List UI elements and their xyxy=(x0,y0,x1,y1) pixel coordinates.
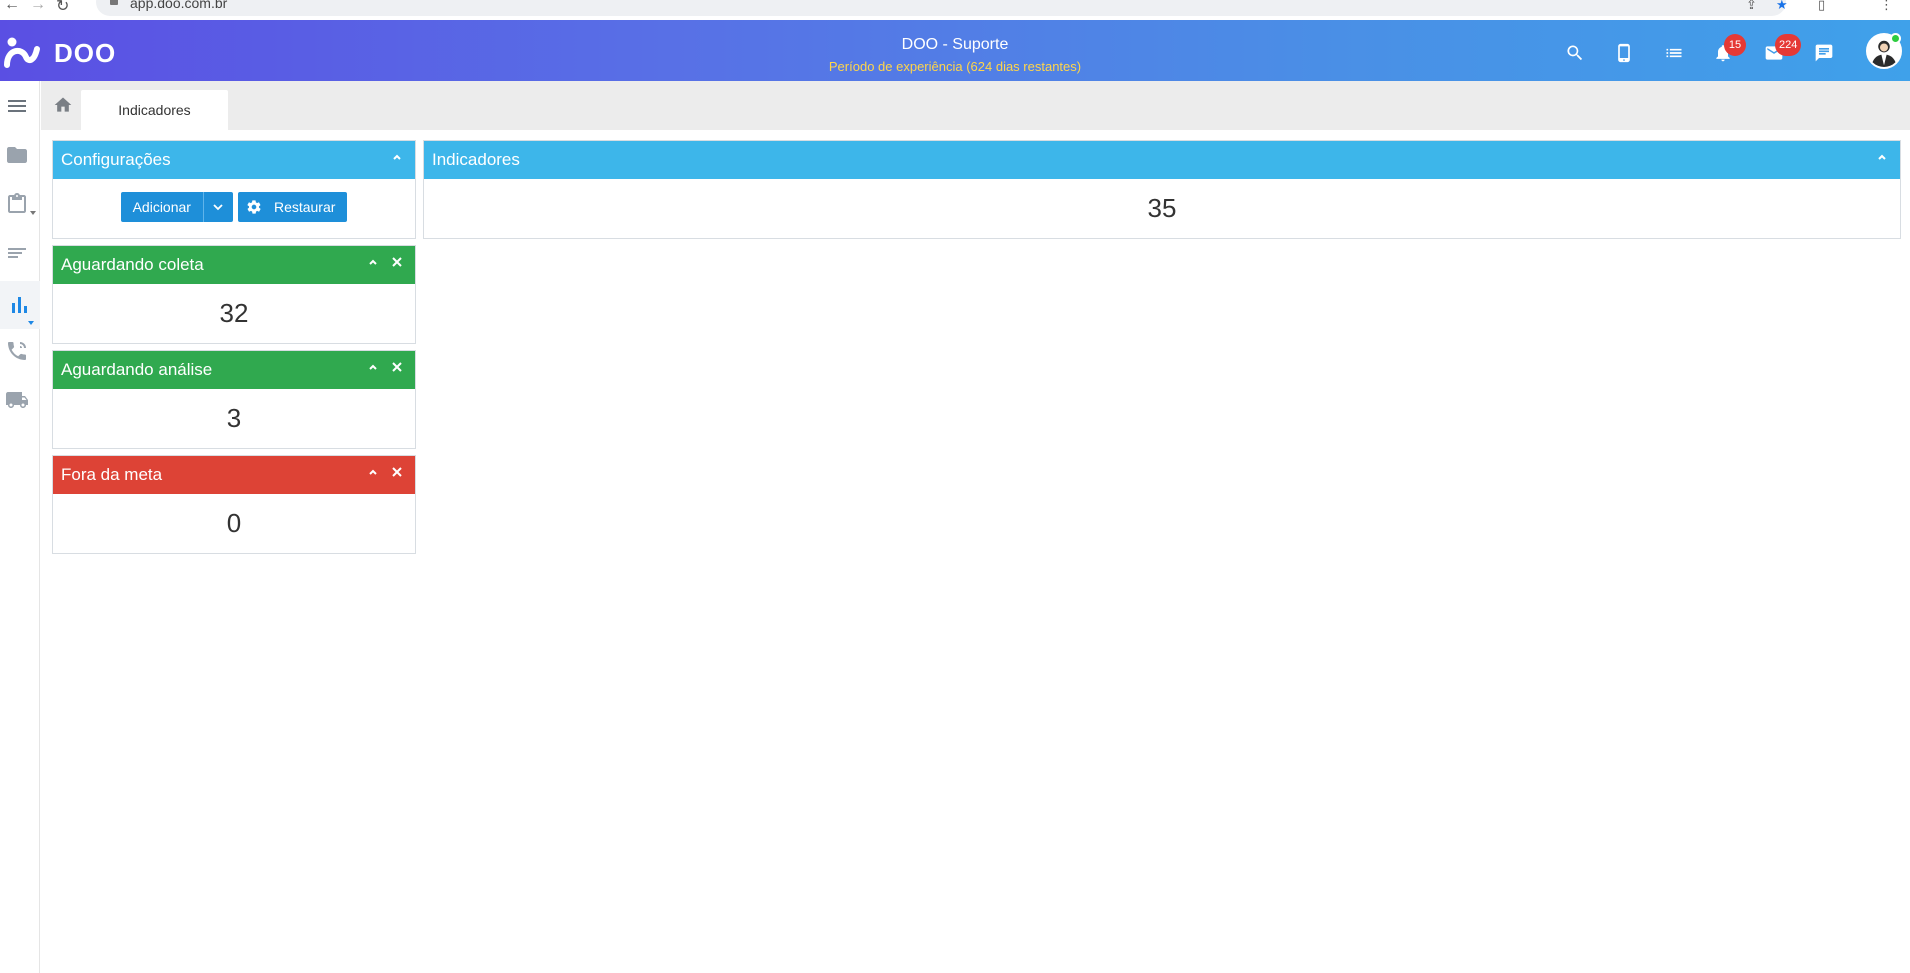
close-icon xyxy=(392,362,402,372)
messages-button[interactable]: 224 xyxy=(1763,34,1802,64)
address-text[interactable]: app.doo.com.br xyxy=(130,0,227,11)
phone-icon xyxy=(8,342,26,360)
aguardando-analise-header: Aguardando análise xyxy=(53,351,415,389)
back-icon[interactable]: ← xyxy=(4,0,20,14)
reload-icon[interactable]: ↻ xyxy=(56,0,69,16)
sidebar xyxy=(0,81,40,973)
add-button-label: Adicionar xyxy=(132,199,191,215)
indicadores-panel-title: Indicadores xyxy=(432,150,520,169)
tab-indicadores[interactable]: Indicadores xyxy=(81,90,228,130)
gear-icon xyxy=(247,200,261,214)
collapse-button[interactable] xyxy=(367,256,379,268)
chevron-up-icon xyxy=(393,154,401,160)
aguardando-analise-panel: Aguardando análise 3 xyxy=(52,350,416,449)
indicadores-value: 35 xyxy=(1147,193,1177,223)
aguardando-coleta-title: Aguardando coleta xyxy=(61,255,204,274)
restore-button-label: Restaurar xyxy=(273,199,336,215)
lines-icon xyxy=(8,248,26,258)
clipboard-icon xyxy=(8,193,26,213)
folder-icon xyxy=(7,147,27,163)
search-button[interactable] xyxy=(1564,42,1586,64)
address-bar[interactable] xyxy=(96,0,1786,16)
truck-icon xyxy=(6,392,28,408)
home-icon xyxy=(54,97,72,112)
chevron-up-icon xyxy=(1878,154,1886,160)
close-button[interactable] xyxy=(391,256,403,268)
sidebar-item-delivery[interactable] xyxy=(2,385,32,415)
indicadores-panel-header: Indicadores xyxy=(424,141,1900,179)
home-button[interactable] xyxy=(47,89,79,121)
logo-text: DOO xyxy=(54,38,117,68)
collapse-button[interactable] xyxy=(367,361,379,373)
sidebar-item-folders[interactable] xyxy=(2,140,32,170)
aguardando-coleta-panel: Aguardando coleta 32 xyxy=(52,245,416,344)
sidebar-item-indicators[interactable] xyxy=(0,281,40,329)
browser-toolbar: ← → ↻ app.doo.com.br ⇪ ★ ▯ ⋮ xyxy=(0,0,1910,20)
aguardando-analise-value: 3 xyxy=(226,403,242,433)
config-panel-title: Configurações xyxy=(61,150,171,169)
mobile-icon xyxy=(1618,43,1630,63)
logo[interactable]: DOO xyxy=(4,34,116,69)
chevron-up-icon xyxy=(369,259,377,265)
aguardando-coleta-value: 32 xyxy=(219,298,249,328)
app-header: DOO DOO - Suporte Período de experiência… xyxy=(0,20,1910,81)
mobile-button[interactable] xyxy=(1613,42,1635,64)
config-panel-header: Configurações xyxy=(53,141,415,179)
extensions-icon[interactable]: ▯ xyxy=(1818,0,1825,13)
forward-icon[interactable]: → xyxy=(30,0,46,14)
sidebar-item-clipboard[interactable] xyxy=(2,189,36,219)
fora-da-meta-title: Fora da meta xyxy=(61,465,163,484)
chevron-down-icon xyxy=(213,204,224,211)
search-icon xyxy=(1567,45,1583,61)
fora-da-meta-panel: Fora da meta 0 xyxy=(52,455,416,554)
bookmark-star-icon[interactable]: ★ xyxy=(1776,0,1788,13)
sidebar-item-menu[interactable] xyxy=(2,91,32,121)
chat-icon xyxy=(1815,44,1833,62)
share-icon[interactable]: ⇪ xyxy=(1746,0,1757,13)
fora-da-meta-header: Fora da meta xyxy=(53,456,415,494)
restore-button[interactable]: Restaurar xyxy=(237,192,348,222)
config-panel: Configurações Adicionar Restaurar xyxy=(52,140,416,239)
aguardando-coleta-header: Aguardando coleta xyxy=(53,246,415,284)
close-icon xyxy=(392,257,402,267)
tab-bar: Indicadores xyxy=(41,81,1910,130)
bar-chart-icon xyxy=(12,297,27,313)
add-button[interactable]: Adicionar xyxy=(120,192,233,222)
list-icon xyxy=(1666,48,1682,58)
messages-badge: 224 xyxy=(1775,34,1802,56)
collapse-button[interactable] xyxy=(367,466,379,478)
sidebar-item-texts[interactable] xyxy=(2,238,32,268)
chevron-up-icon xyxy=(369,469,377,475)
collapse-button[interactable] xyxy=(1876,151,1888,163)
chevron-down-icon xyxy=(30,211,36,215)
indicadores-panel: Indicadores 35 xyxy=(423,140,1901,239)
close-button[interactable] xyxy=(391,361,403,373)
doo-logo-icon xyxy=(4,37,40,68)
chevron-down-icon xyxy=(28,321,34,325)
notifications-button[interactable]: 15 xyxy=(1712,34,1746,64)
add-dropdown-toggle[interactable] xyxy=(202,192,233,222)
browser-menu-icon[interactable]: ⋮ xyxy=(1880,0,1893,13)
notifications-badge: 15 xyxy=(1724,34,1746,56)
chat-button[interactable] xyxy=(1813,42,1835,64)
lock-icon xyxy=(110,0,118,5)
sidebar-item-calls[interactable] xyxy=(2,336,32,366)
collapse-button[interactable] xyxy=(391,151,403,163)
close-button[interactable] xyxy=(391,466,403,478)
fora-da-meta-value: 0 xyxy=(226,508,242,538)
aguardando-analise-title: Aguardando análise xyxy=(61,360,213,379)
list-button[interactable] xyxy=(1663,42,1685,64)
online-status-dot xyxy=(1890,33,1901,44)
chevron-up-icon xyxy=(369,364,377,370)
close-icon xyxy=(392,467,402,477)
menu-icon xyxy=(8,100,26,112)
